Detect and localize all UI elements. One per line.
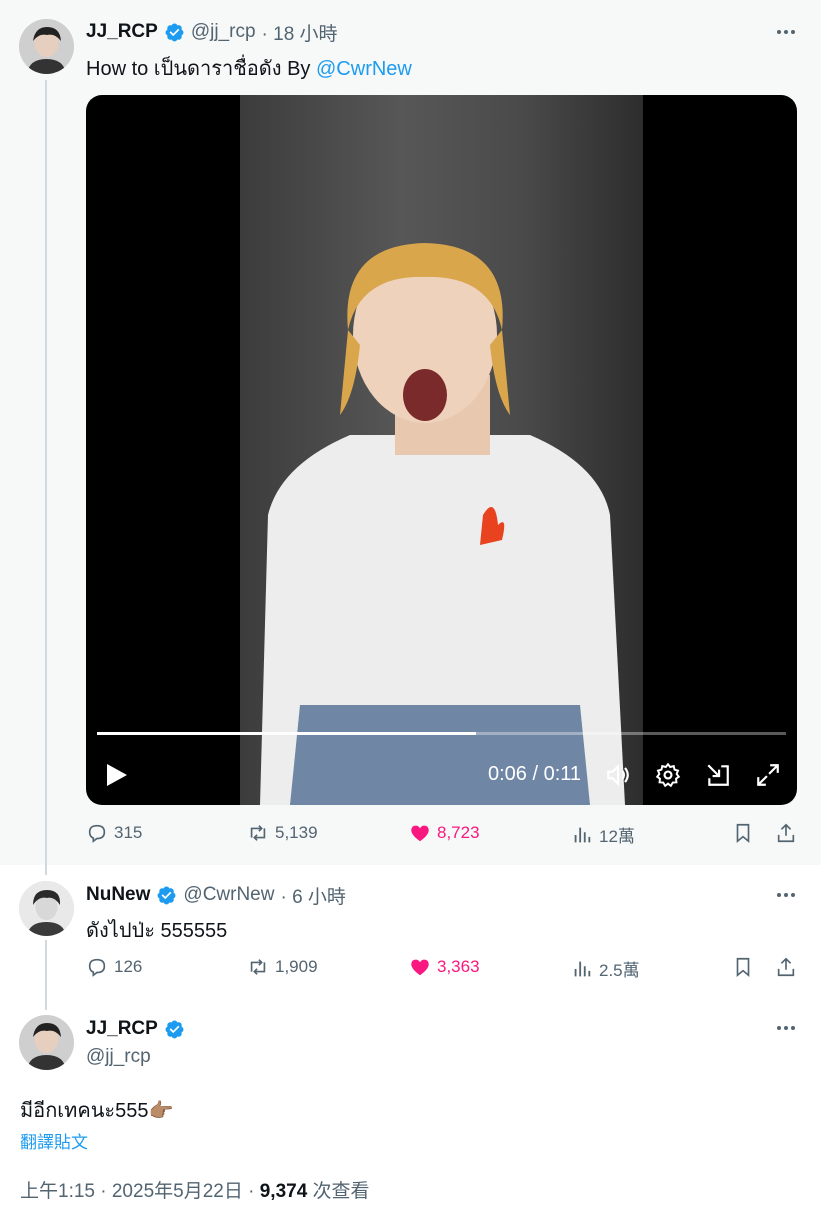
retweet-count: 5,139 [275,823,318,842]
tweet-text: How to เป็นดาราชื่อดัง By @CwrNew [86,52,412,84]
verified-badge-icon [165,1020,184,1038]
retweet-icon [250,959,266,975]
reply-icon [88,958,106,977]
video-player[interactable]: 0:06 / 0:11 [86,95,797,805]
tweet-text: มีอีกเทคนะ555👉🏽 [20,1094,173,1126]
play-icon[interactable] [106,763,128,787]
views-count: 2.5萬 [599,961,640,980]
tweet-text-body: How to เป็นดาราชื่อดัง By [86,58,316,80]
analytics-icon [574,827,591,842]
retweet-icon [250,825,266,841]
avatar[interactable] [19,1015,74,1070]
more-icon[interactable] [772,885,800,905]
verified-badge-icon [165,23,184,41]
reply-button[interactable]: 315 [86,822,142,844]
video-progress-fill [97,732,476,735]
tweet-time[interactable]: · 18 小時 [262,19,338,46]
verified-badge-icon [157,886,176,904]
bookmark-icon [736,957,750,978]
dock-icon[interactable] [705,762,731,788]
thread-line [45,80,47,875]
author-name[interactable]: JJ_RCP [86,1018,158,1040]
views-count: 12萬 [599,827,635,846]
reply-count: 315 [114,823,143,842]
more-icon[interactable] [772,22,800,42]
reply-button[interactable]: 126 [86,956,142,978]
tweet-text-body: มีอีกเทคนะ555 [20,1100,149,1122]
pointing-hand-emoji: 👉🏽 [148,1100,174,1122]
tweet-actions: 315 5,139 8,723 12萬 [0,822,821,850]
video-time: 0:06 / 0:11 [488,763,582,785]
views-count: 9,374 [259,1181,308,1202]
heart-icon [411,959,429,976]
video-still [260,243,625,805]
tweet-text: ดังไปป่ะ 555555 [86,920,228,942]
retweet-count: 1,909 [275,957,318,976]
tweet-actions: 126 1,909 3,363 2.5萬 [0,956,821,984]
analytics-icon [574,961,591,976]
avatar[interactable] [19,19,74,74]
share-icon [777,823,795,843]
like-button[interactable]: 3,363 [409,956,480,978]
tweet-time[interactable]: · 6 小時 [280,882,345,909]
like-count: 8,723 [437,823,480,842]
author-name[interactable]: JJ_RCP [86,21,158,43]
video-progress-bar[interactable] [97,732,786,735]
share-button[interactable] [775,822,797,844]
bookmark-button[interactable] [732,822,754,844]
settings-icon[interactable] [655,762,681,788]
bookmark-icon [736,823,750,844]
mention-link[interactable]: @CwrNew [316,58,412,80]
like-button[interactable]: 8,723 [409,822,480,844]
retweet-button[interactable]: 5,139 [247,822,318,844]
retweet-button[interactable]: 1,909 [247,956,318,978]
heart-icon [411,825,429,842]
share-icon [777,957,795,977]
author-row: JJ_RCP [86,1018,185,1040]
author-handle[interactable]: @jj_rcp [86,1046,151,1068]
views-button[interactable]: 2.5萬 [571,956,640,981]
views-button[interactable]: 12萬 [571,822,635,847]
fullscreen-icon[interactable] [755,762,781,788]
tweet-timestamp[interactable]: 上午1:15 · 2025年5月22日 · [20,1181,260,1202]
author-handle[interactable]: @jj_rcp [191,21,256,43]
views-label: 次查看 [307,1181,370,1202]
tweet-meta: 上午1:15 · 2025年5月22日 · 9,374 次查看 [20,1176,370,1203]
volume-icon[interactable] [605,762,631,788]
reply-count: 126 [114,957,143,976]
video-frame[interactable] [240,95,643,805]
share-button[interactable] [775,956,797,978]
more-icon[interactable] [772,1018,800,1038]
avatar[interactable] [19,881,74,936]
translate-link[interactable]: 翻譯貼文 [20,1128,88,1153]
author-name[interactable]: NuNew [86,884,150,906]
author-row: JJ_RCP @jj_rcp · 18 小時 [86,19,338,46]
bookmark-button[interactable] [732,956,754,978]
author-row: NuNew @CwrNew · 6 小時 [86,882,346,909]
like-count: 3,363 [437,957,480,976]
reply-icon [88,824,106,843]
author-handle[interactable]: @CwrNew [183,884,274,906]
